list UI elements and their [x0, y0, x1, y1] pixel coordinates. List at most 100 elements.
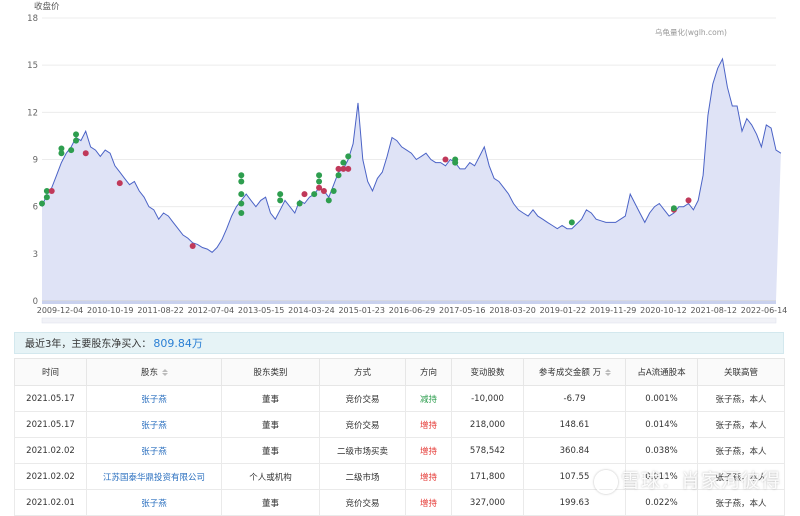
cell-shares-changed: -10,000 — [451, 385, 524, 412]
cell-method: 竞价交易 — [319, 489, 406, 516]
cell-amount: 148.61 — [523, 411, 626, 438]
trade-marker — [43, 194, 50, 201]
trade-marker — [238, 209, 245, 216]
x-tick-label: 2012-07-04 — [188, 306, 235, 315]
cell-float-ratio: 0.014% — [625, 411, 698, 438]
x-tick-label: 2014-03-24 — [288, 306, 335, 315]
cell-amount: -6.79 — [523, 385, 626, 412]
cell-time: 2021.05.17 — [14, 385, 87, 412]
cell-shareholder[interactable]: 张子燕 — [86, 489, 222, 516]
col-header-shares-changed[interactable]: 变动股数 — [451, 358, 524, 386]
trade-marker — [296, 200, 303, 207]
trade-marker — [670, 205, 677, 212]
trade-marker — [685, 197, 692, 204]
cell-direction: 减持 — [405, 385, 452, 412]
y-tick-label: 3 — [33, 250, 38, 260]
col-header-shareholder[interactable]: 股东 — [86, 358, 222, 386]
x-tick-label: 2019-11-29 — [590, 306, 637, 315]
cell-shareholder-type: 董事 — [221, 437, 320, 464]
x-tick-label: 2020-10-12 — [640, 306, 687, 315]
cell-related-exec: 张子燕，本人 — [697, 411, 785, 438]
cell-shareholder[interactable]: 张子燕 — [86, 385, 222, 412]
cell-amount: 360.84 — [523, 437, 626, 464]
trade-marker — [345, 153, 352, 160]
y-tick-label: 9 — [33, 156, 38, 166]
col-header-amount[interactable]: 参考成交金额 万 — [523, 358, 626, 386]
trade-marker — [335, 172, 342, 179]
trade-marker — [325, 197, 332, 204]
x-tick-label: 2017-05-16 — [439, 306, 486, 315]
cell-float-ratio: 0.001% — [625, 385, 698, 412]
cell-shareholder[interactable]: 江苏国泰华鼎投资有限公司 — [86, 463, 222, 490]
cell-related-exec: 张子燕，本人 — [697, 385, 785, 412]
price-chart: 0 3 6 9 12 15 18 收盘价 2009-12-04 2010-10-19 2011-08… — [0, 0, 800, 325]
trade-marker — [39, 200, 45, 207]
x-tick-label: 2009-12-04 — [37, 306, 84, 315]
col-header-shareholder-type[interactable]: 股东类别 — [221, 358, 320, 386]
cell-direction: 增持 — [405, 489, 452, 516]
xueqiu-watermark: 雪球：肖家河彼得 — [594, 466, 781, 494]
trade-marker — [316, 178, 323, 185]
col-header-float-ratio[interactable]: 占A流通股本 — [625, 358, 698, 386]
cell-method: 竞价交易 — [319, 411, 406, 438]
cell-shares-changed: 218,000 — [451, 411, 524, 438]
cell-time: 2021.02.01 — [14, 489, 87, 516]
y-tick-label: 15 — [27, 61, 38, 71]
trade-marker — [316, 172, 323, 179]
y-tick-label: 18 — [27, 14, 38, 24]
col-header-related-exec[interactable]: 关联高管 — [697, 358, 785, 386]
trade-marker — [189, 242, 196, 249]
x-tick-label: 2015-01-23 — [338, 306, 385, 315]
trade-marker — [345, 165, 352, 172]
table-row[interactable]: 2021.05.17 张子燕 董事 竞价交易 增持 218,000 148.61 0.014%… — [14, 411, 785, 438]
net-buy-summary: 最近3年，主要股东净买入： 809.84万 — [14, 332, 784, 354]
cell-time: 2021.02.02 — [14, 437, 87, 464]
summary-label: 最近3年，主要股东净买入： — [25, 339, 152, 350]
trade-marker — [68, 147, 75, 154]
table-row[interactable]: 2021.05.17 张子燕 董事 竞价交易 减持 -10,000 -6.79 0.001% 张… — [14, 385, 785, 412]
trade-marker — [330, 187, 337, 194]
cell-shareholder-type: 董事 — [221, 489, 320, 516]
trade-marker — [82, 150, 89, 157]
sort-icon[interactable] — [605, 369, 610, 376]
cell-related-exec: 张子燕，本人 — [697, 437, 785, 464]
cell-float-ratio: 0.038% — [625, 437, 698, 464]
x-tick-label: 2011-08-22 — [137, 306, 184, 315]
trade-marker — [277, 191, 284, 198]
chart-watermark: 乌龟量化(wglh.com) — [655, 27, 727, 37]
watermark-text: 雪球：肖家河彼得 — [621, 470, 782, 492]
trade-marker — [238, 178, 245, 185]
cell-direction: 增持 — [405, 437, 452, 464]
x-tick-label: 2019-01-22 — [540, 306, 587, 315]
x-tick-label: 2013-05-15 — [238, 306, 285, 315]
x-tick-label: 2018-03-20 — [489, 306, 536, 315]
trade-marker — [238, 200, 245, 207]
y-axis-label: 收盘价 — [34, 1, 60, 12]
sort-icon[interactable] — [162, 369, 167, 376]
cell-method: 二级市场 — [319, 463, 406, 490]
trade-marker — [320, 187, 327, 194]
cell-shareholder-type: 董事 — [221, 411, 320, 438]
col-header-method[interactable]: 方式 — [319, 358, 406, 386]
trade-marker — [116, 180, 123, 187]
trade-marker — [73, 137, 80, 144]
cell-shares-changed: 327,000 — [451, 489, 524, 516]
col-header-direction[interactable]: 方向 — [405, 358, 452, 386]
cell-method: 二级市场买卖 — [319, 437, 406, 464]
price-area — [42, 58, 781, 302]
trade-marker — [48, 187, 55, 194]
col-header-time[interactable]: 时间 — [14, 358, 87, 386]
cell-direction: 增持 — [405, 411, 452, 438]
x-tick-label: 2022-06-14 — [741, 306, 788, 315]
cell-shares-changed: 171,800 — [451, 463, 524, 490]
cell-method: 竞价交易 — [319, 385, 406, 412]
cell-shareholder[interactable]: 张子燕 — [86, 411, 222, 438]
cell-shareholder[interactable]: 张子燕 — [86, 437, 222, 464]
table-row[interactable]: 2021.02.02 张子燕 董事 二级市场买卖 增持 578,542 360.84 0.03… — [14, 437, 785, 464]
x-tick-label: 2021-08-12 — [690, 306, 737, 315]
y-tick-label: 12 — [27, 108, 38, 118]
trade-marker — [311, 191, 318, 198]
trade-marker — [442, 156, 449, 163]
trade-marker — [452, 159, 459, 166]
price-chart-svg: 0369121518收盘价2009-12-04 2010-10-19 2011-08… — [27, 1, 788, 324]
